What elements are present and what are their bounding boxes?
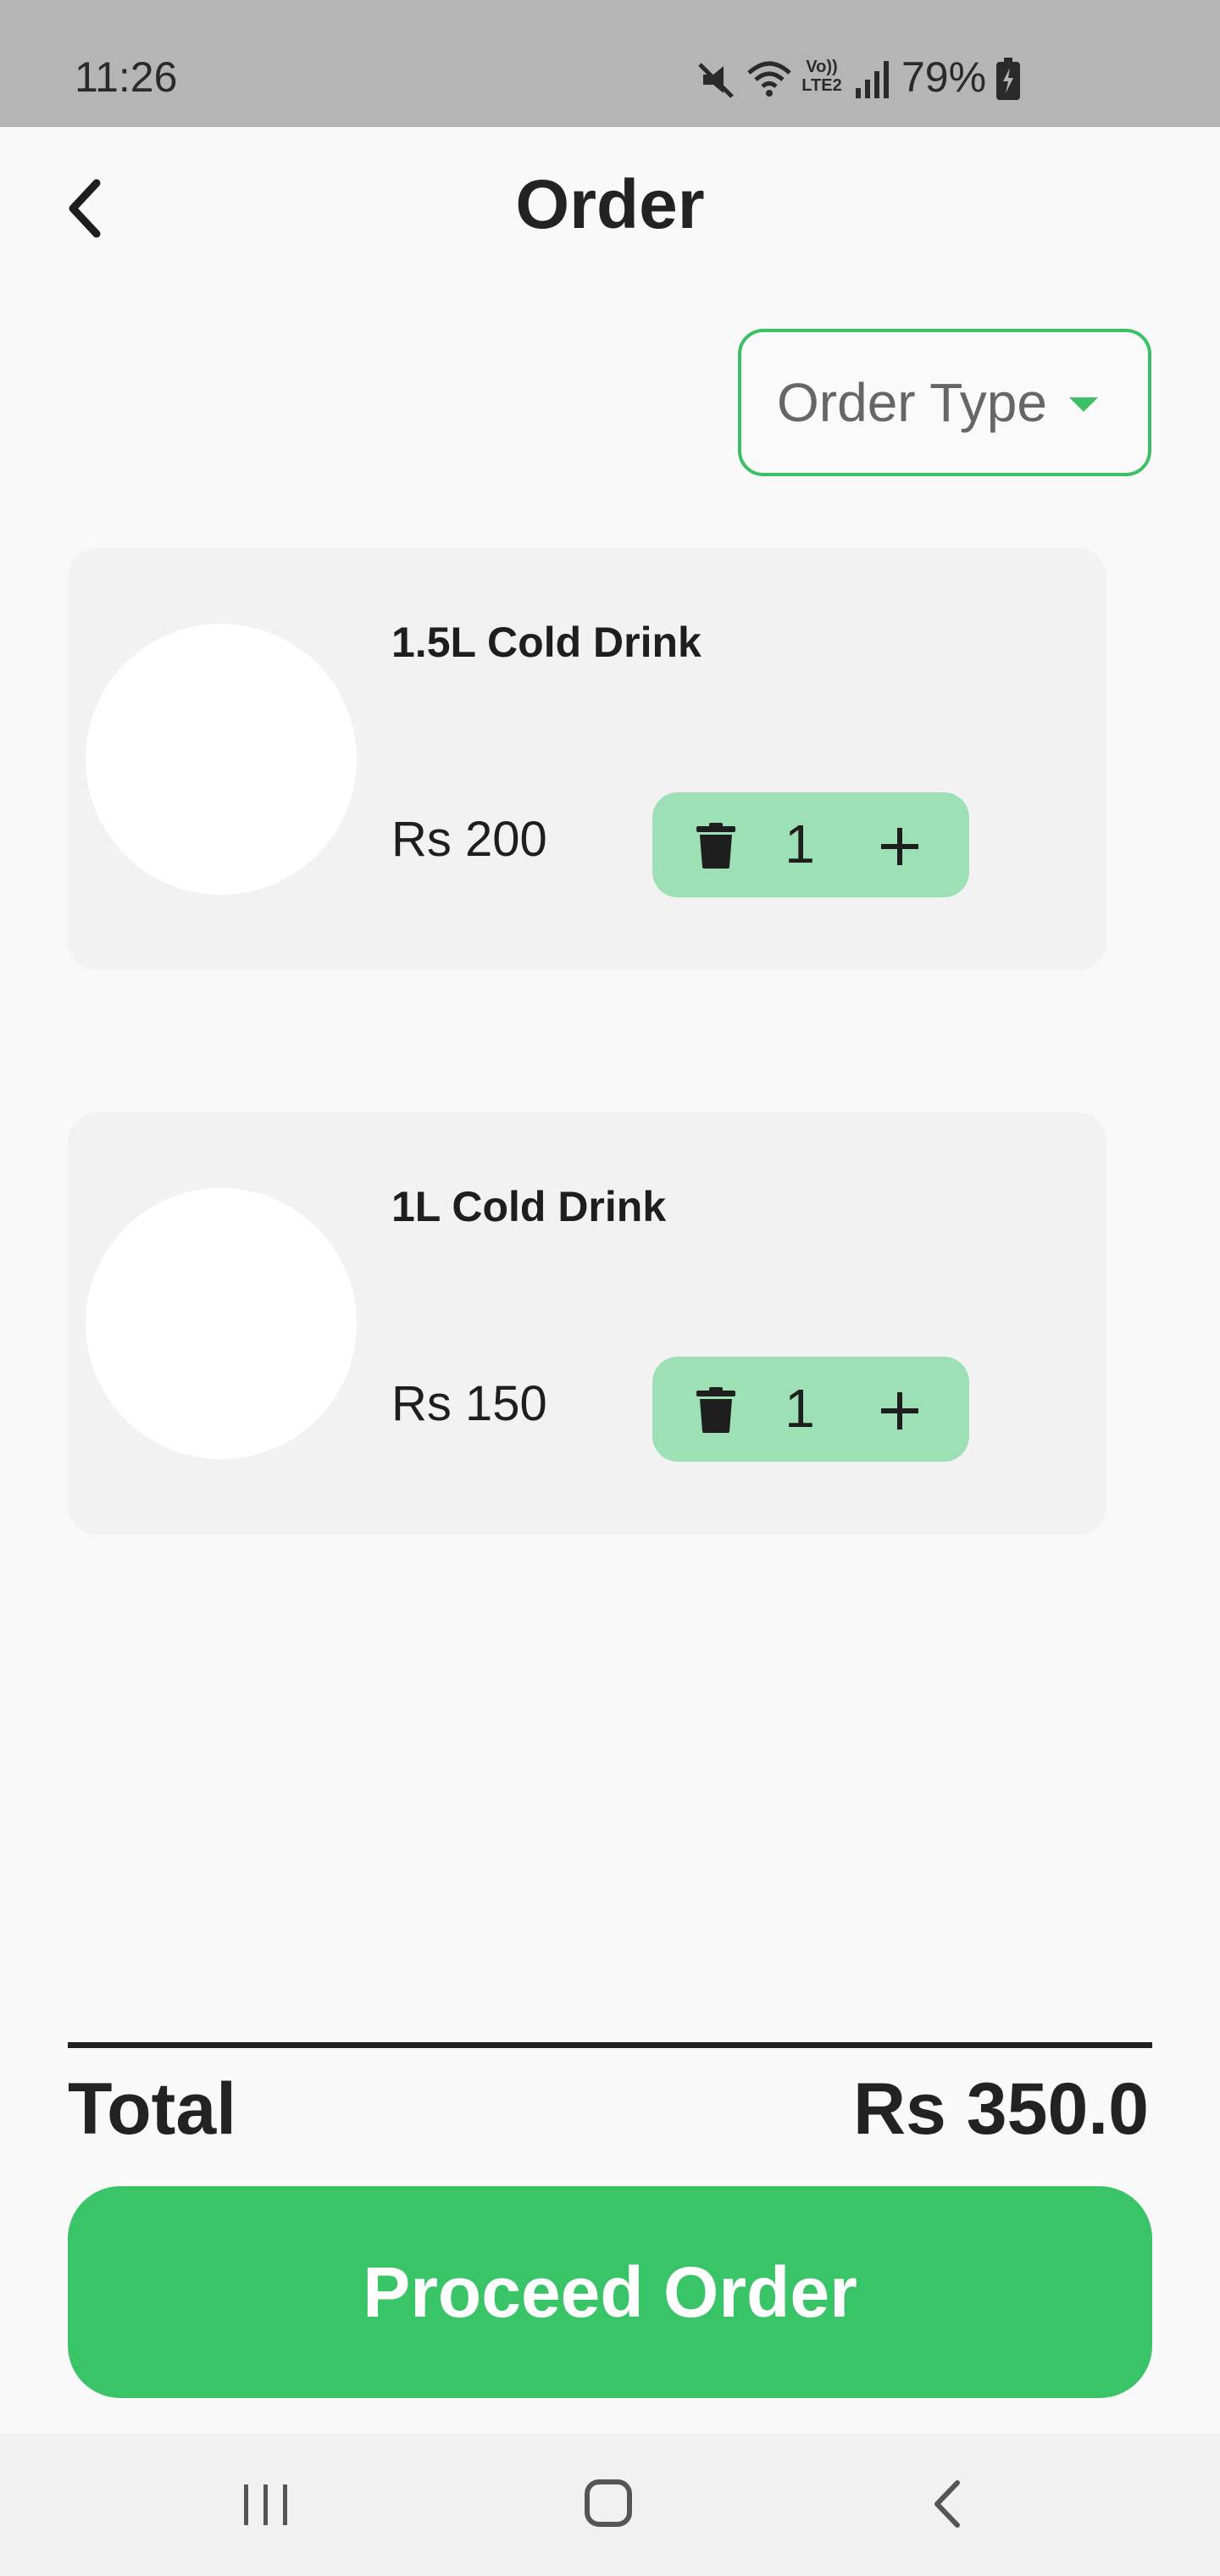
wifi-icon xyxy=(747,61,791,97)
quantity-value: 1 xyxy=(785,1378,815,1439)
recents-icon[interactable] xyxy=(241,2481,291,2529)
item-name: 1.5L Cold Drink xyxy=(391,619,702,666)
order-item-card: 1L Cold Drink Rs 150 1 xyxy=(68,1113,1106,1535)
caret-down-icon xyxy=(1068,397,1098,412)
status-time: 11:26 xyxy=(75,53,178,101)
divider xyxy=(68,2042,1152,2048)
total-value: Rs 350.0 xyxy=(852,2068,1149,2150)
mute-icon xyxy=(698,63,734,98)
plus-icon[interactable] xyxy=(879,1391,920,1431)
quantity-value: 1 xyxy=(785,813,815,874)
back-nav-icon[interactable] xyxy=(930,2478,964,2530)
proceed-order-button[interactable]: Proceed Order xyxy=(68,2186,1152,2398)
plus-icon[interactable] xyxy=(879,826,920,867)
order-type-dropdown[interactable]: Order Type xyxy=(738,329,1151,476)
proceed-order-label: Proceed Order xyxy=(363,2251,857,2332)
item-name: 1L Cold Drink xyxy=(391,1183,667,1230)
quantity-stepper: 1 xyxy=(652,1357,969,1462)
system-nav-bar xyxy=(0,2434,1220,2576)
trash-icon[interactable] xyxy=(696,823,735,869)
trash-icon[interactable] xyxy=(696,1387,735,1433)
lte-label-bottom: LTE2 xyxy=(801,76,842,95)
total-label: Total xyxy=(68,2068,237,2150)
lte-label-top: Vo)) xyxy=(806,58,838,76)
item-image xyxy=(86,624,357,895)
signal-icon xyxy=(856,61,889,98)
order-item-card: 1.5L Cold Drink Rs 200 1 xyxy=(68,548,1106,970)
battery-icon xyxy=(996,58,1020,100)
item-price: Rs 200 xyxy=(391,812,547,867)
quantity-stepper: 1 xyxy=(652,792,969,897)
order-type-label: Order Type xyxy=(777,372,1047,433)
battery-percent: 79% xyxy=(901,53,987,101)
home-icon[interactable] xyxy=(583,2478,634,2529)
lte-indicator: Vo)) LTE2 xyxy=(798,58,846,95)
item-price: Rs 150 xyxy=(391,1376,547,1431)
status-bar: 11:26 Vo)) LTE2 79% xyxy=(0,0,1220,127)
item-image xyxy=(86,1188,357,1459)
page-title: Order xyxy=(515,166,705,243)
